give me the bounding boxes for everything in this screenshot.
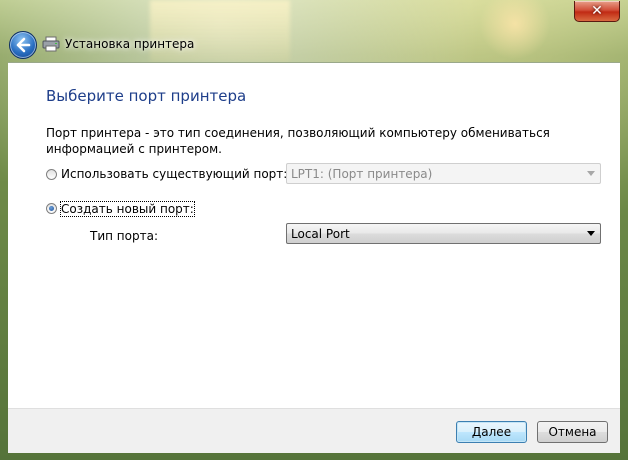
back-arrow-icon xyxy=(16,37,31,53)
wizard-title: Установка принтера xyxy=(65,37,195,51)
existing-port-select[interactable]: LPT1: (Порт принтера) xyxy=(286,163,601,184)
printer-icon xyxy=(42,36,60,52)
back-button[interactable] xyxy=(9,31,37,59)
button-bar: Далее Отмена xyxy=(8,408,620,453)
close-button[interactable]: ✕ xyxy=(574,1,620,22)
port-type-value: Local Port xyxy=(291,227,350,241)
cancel-button-label: Отмена xyxy=(548,425,597,439)
chevron-down-icon xyxy=(587,231,595,236)
port-type-select[interactable]: Local Port xyxy=(286,223,601,244)
wizard-content: Выберите порт принтера Порт принтера - э… xyxy=(8,62,620,409)
chevron-down-icon xyxy=(587,171,595,176)
page-heading: Выберите порт принтера xyxy=(46,87,247,105)
existing-port-value: LPT1: (Порт принтера) xyxy=(291,167,433,181)
next-button-label: Далее xyxy=(471,425,512,439)
new-port-label[interactable]: Создать новый порт: xyxy=(60,201,195,217)
next-button[interactable]: Далее xyxy=(456,421,527,443)
existing-port-label[interactable]: Использовать существующий порт: xyxy=(61,167,287,181)
new-port-radio[interactable] xyxy=(46,203,57,214)
port-type-label: Тип порта: xyxy=(90,229,158,243)
existing-port-radio[interactable] xyxy=(46,169,57,180)
close-icon: ✕ xyxy=(591,3,603,19)
cancel-button[interactable]: Отмена xyxy=(537,421,608,443)
page-description: Порт принтера - это тип соединения, позв… xyxy=(46,126,550,156)
